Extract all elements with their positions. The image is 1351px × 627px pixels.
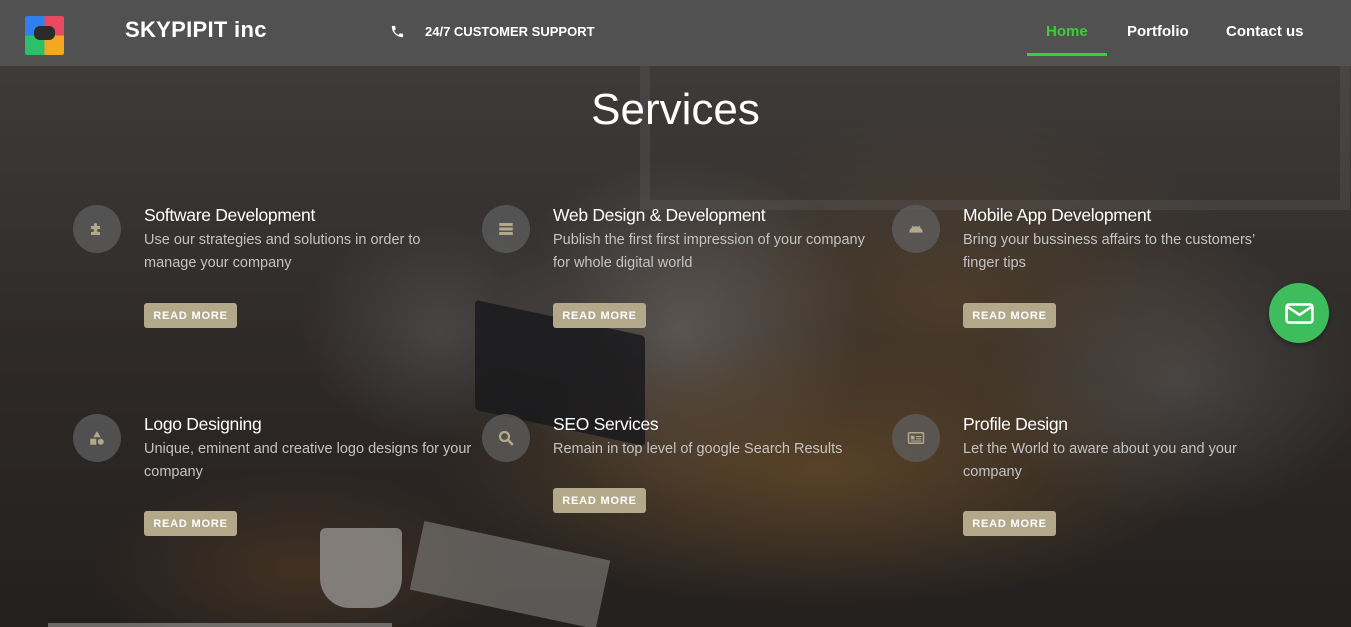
read-more-button[interactable]: READ MORE [553, 488, 646, 513]
read-more-button[interactable]: READ MORE [553, 303, 646, 328]
read-more-button[interactable]: READ MORE [144, 303, 237, 328]
service-title: Software Development [144, 205, 316, 225]
service-description: Publish the first first impression of yo… [553, 232, 865, 271]
read-more-button[interactable]: READ MORE [963, 511, 1056, 536]
service-title: Web Design & Development [553, 205, 766, 225]
read-more-button[interactable]: READ MORE [144, 511, 237, 536]
section-title: Services [591, 85, 760, 134]
id-card-icon [892, 414, 940, 462]
server-icon [482, 205, 530, 253]
service-description: Let the World to aware about you and you… [963, 441, 1237, 480]
puzzle-icon [73, 205, 121, 253]
nav-active-indicator [1027, 53, 1107, 56]
phone-icon [391, 25, 404, 38]
logo-cloud-mark [34, 26, 55, 40]
read-more-button[interactable]: READ MORE [963, 303, 1056, 328]
shapes-icon [73, 414, 121, 462]
android-icon [892, 205, 940, 253]
nav-portfolio[interactable]: Portfolio [1127, 23, 1189, 40]
search-icon [482, 414, 530, 462]
nav-contact-us[interactable]: Contact us [1226, 23, 1304, 40]
brand-logo[interactable] [25, 16, 64, 55]
bottom-scroll-indicator [48, 623, 392, 627]
service-description: Bring your bussiness affairs to the cust… [963, 232, 1255, 271]
service-description: Use our strategies and solutions in orde… [144, 232, 421, 271]
mail-icon [1284, 302, 1314, 324]
service-description: Remain in top level of google Search Res… [553, 441, 843, 457]
brand-name[interactable]: SKYPIPIT inc [125, 17, 267, 43]
service-description: Unique, eminent and creative logo design… [144, 441, 472, 480]
service-title: Logo Designing [144, 414, 262, 434]
service-title: SEO Services [553, 414, 659, 434]
support-text: 24/7 CUSTOMER SUPPORT [425, 24, 595, 39]
floating-mail-button[interactable] [1269, 283, 1329, 343]
nav-home[interactable]: Home [1046, 23, 1088, 40]
service-title: Profile Design [963, 414, 1068, 434]
service-title: Mobile App Development [963, 205, 1151, 225]
site-header: SKYPIPIT inc 24/7 CUSTOMER SUPPORT Home … [0, 0, 1351, 66]
customer-support: 24/7 CUSTOMER SUPPORT [390, 24, 595, 39]
